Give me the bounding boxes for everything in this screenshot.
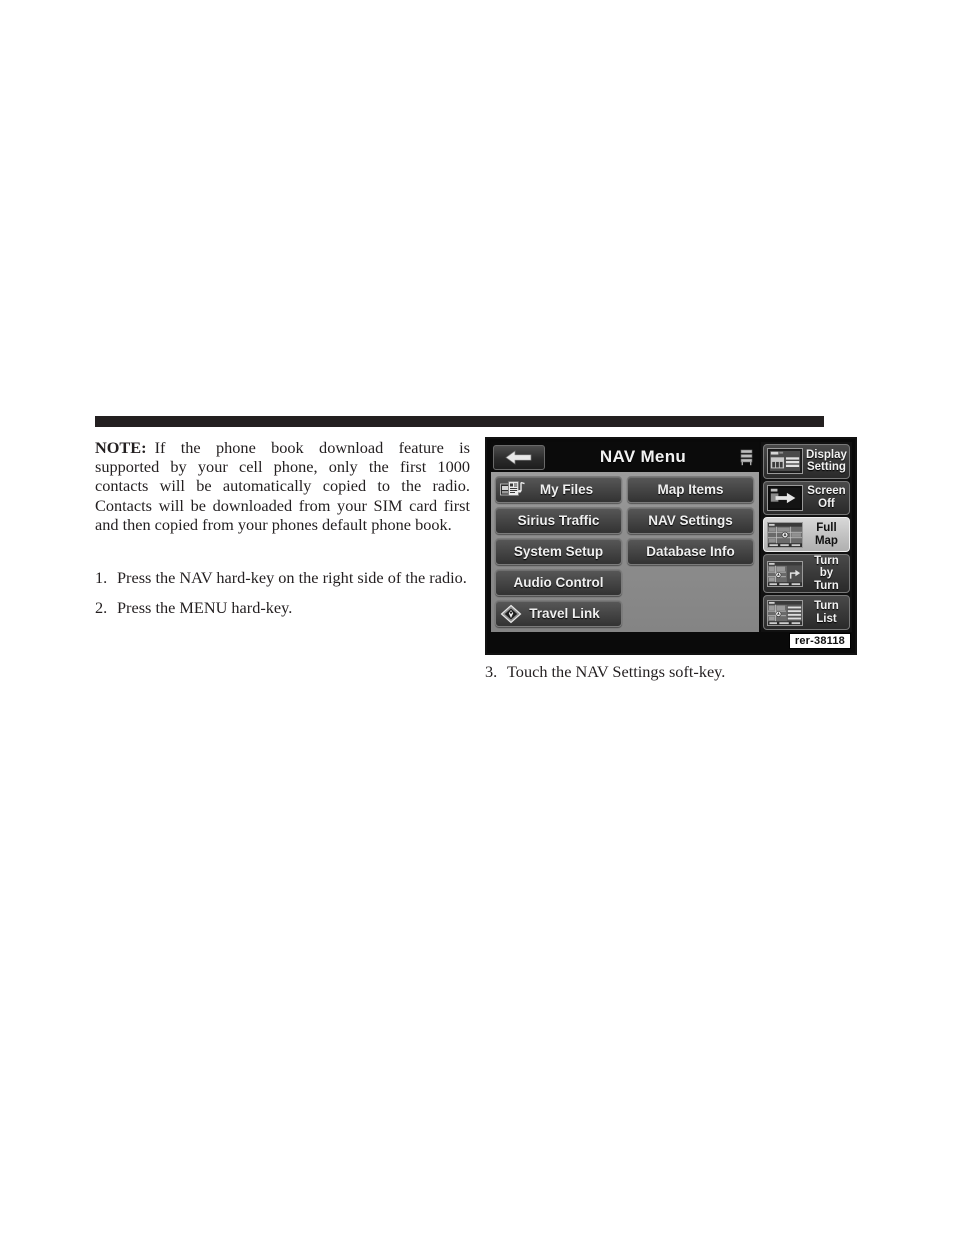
- step-item: 2. Press the MENU hard-key.: [95, 598, 477, 617]
- side-key-display-setting[interactable]: Display Setting: [763, 444, 850, 479]
- step-item: 1. Press the NAV hard-key on the right s…: [95, 568, 477, 587]
- side-key-label: Screen Off: [807, 485, 846, 510]
- soft-key-sirius-traffic[interactable]: Sirius Traffic: [495, 507, 622, 534]
- screen-off-thumb: [767, 484, 803, 511]
- side-key-screen-off[interactable]: Screen Off: [763, 480, 850, 516]
- step-number: 3.: [485, 662, 498, 681]
- note-block: NOTE: If the phone book download feature …: [95, 438, 470, 534]
- soft-key-label: Sirius Traffic: [517, 513, 600, 528]
- side-key-turn-by-turn[interactable]: Turn by Turn: [763, 553, 850, 594]
- soft-key-label: Map Items: [657, 482, 724, 497]
- media-files-icon: [500, 480, 526, 499]
- soft-key-travel-link[interactable]: Travel Link: [495, 600, 622, 627]
- soft-key-map-items[interactable]: Map Items: [627, 476, 754, 503]
- soft-key-system-setup[interactable]: System Setup: [495, 538, 622, 565]
- nav-menu-figure: NAV Menu My Files Sirius Traffic System …: [485, 437, 857, 655]
- side-key-turn-list[interactable]: Turn List: [763, 595, 850, 630]
- layers-icon[interactable]: [739, 448, 754, 466]
- travel-link-diamond-icon: [500, 604, 522, 624]
- page-title: NAV Menu: [599, 447, 687, 466]
- soft-key-grid: My Files Sirius Traffic System Setup Aud…: [491, 472, 759, 632]
- soft-key-audio-control[interactable]: Audio Control: [495, 569, 622, 596]
- soft-key-label: System Setup: [513, 544, 604, 559]
- caption-step: 3. Touch the NAV Settings soft-key.: [485, 662, 855, 681]
- soft-key-database-info[interactable]: Database Info: [627, 538, 754, 565]
- side-key-label: Full Map: [814, 522, 838, 547]
- back-arrow-icon: [505, 449, 532, 465]
- back-button[interactable]: [493, 444, 545, 470]
- step-text: Press the MENU hard-key.: [117, 598, 293, 618]
- note-body: If the phone book download feature is su…: [95, 438, 470, 534]
- side-key-label: Turn List: [814, 600, 839, 625]
- soft-key-label: Travel Link: [529, 606, 600, 621]
- step-text: Press the NAV hard-key on the right side…: [117, 568, 467, 587]
- turn-by-turn-thumb: [767, 560, 803, 587]
- section-rule: [95, 416, 824, 427]
- soft-key-label: Audio Control: [513, 575, 604, 590]
- soft-key-label: NAV Settings: [648, 513, 733, 528]
- turn-list-thumb: [767, 599, 803, 626]
- soft-key-my-files[interactable]: My Files: [495, 476, 622, 503]
- side-key-full-map[interactable]: Full Map: [763, 517, 850, 552]
- numbered-steps: 1. Press the NAV hard-key on the right s…: [95, 568, 477, 628]
- side-key-label: Display Setting: [806, 448, 847, 474]
- side-key-label: Turn by Turn: [814, 554, 839, 592]
- soft-key-column-left: My Files Sirius Traffic System Setup Aud…: [495, 476, 622, 629]
- figure-id-tag: rer-38118: [788, 633, 851, 649]
- soft-key-label: My Files: [539, 482, 594, 497]
- step-number: 2.: [95, 598, 108, 618]
- soft-key-label: Database Info: [646, 544, 735, 559]
- soft-key-nav-settings[interactable]: NAV Settings: [627, 507, 754, 534]
- nav-side-key-bar: Display Setting Screen Off Full Map Turn…: [761, 442, 852, 632]
- step-text: Touch the NAV Settings soft-key.: [507, 662, 726, 681]
- step-number: 1.: [95, 568, 108, 587]
- note-label: NOTE:: [95, 438, 147, 457]
- note-paragraph: NOTE: If the phone book download feature …: [95, 438, 470, 534]
- soft-key-column-right: Map Items NAV Settings Database Info: [627, 476, 754, 629]
- full-map-thumb: [767, 521, 803, 548]
- head-unit-screen: NAV Menu My Files Sirius Traffic System …: [485, 437, 857, 655]
- display-setting-thumb: [767, 448, 803, 475]
- nav-title-bar: NAV Menu: [491, 442, 759, 472]
